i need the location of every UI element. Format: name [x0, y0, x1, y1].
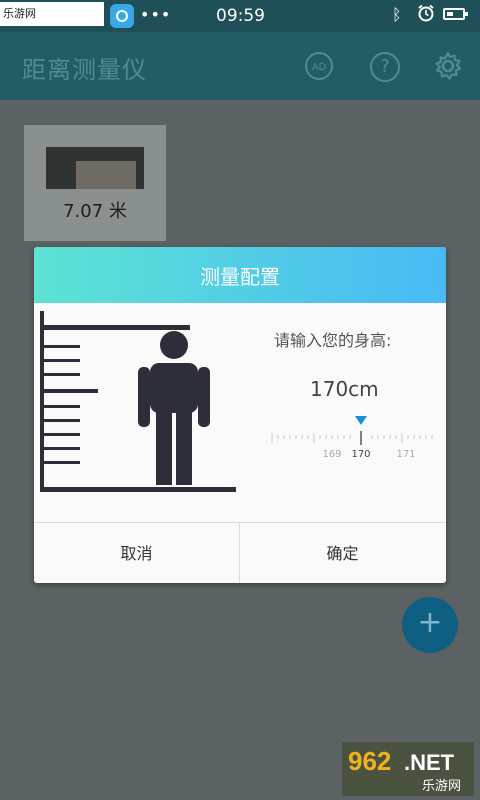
watermark-text: 乐游网 www.962.net — [0, 2, 104, 44]
ad-button[interactable]: AD — [305, 52, 333, 80]
help-button[interactable]: ? — [370, 52, 400, 82]
measurement-value: 7.07 米 — [63, 201, 127, 222]
bluetooth-icon: ᛒ — [392, 5, 402, 24]
status-time: 09:59 — [216, 6, 265, 26]
brand-watermark-logo: 962 .NET 乐游网 — [342, 742, 474, 796]
svg-text:.NET: .NET — [404, 750, 455, 775]
cancel-button[interactable]: 取消 — [34, 523, 240, 583]
ruler-tick-170: 170 — [351, 449, 370, 460]
app-title: 距离测量仪 — [22, 56, 147, 84]
ruler-pointer-icon — [355, 416, 367, 425]
status-bar: 乐游网 www.962.net ••• 09:59 ᛒ — [0, 0, 480, 44]
height-value: 170cm — [310, 377, 379, 401]
app-notification-icon — [110, 4, 134, 28]
more-notifications-icon: ••• — [140, 5, 172, 24]
confirm-button[interactable]: 确定 — [240, 523, 445, 583]
measurement-thumbnail — [46, 147, 144, 189]
height-illustration-icon — [40, 311, 236, 492]
alarm-icon — [418, 4, 434, 22]
height-prompt: 请输入您的身高: — [274, 331, 392, 350]
dialog-title: 测量配置 — [200, 265, 280, 289]
svg-text:962: 962 — [348, 746, 391, 776]
height-ruler-picker[interactable]: 169 170 171 — [252, 413, 446, 463]
svg-text:乐游网: 乐游网 — [422, 779, 461, 794]
measurement-card[interactable]: 7.07 米 — [24, 125, 166, 241]
add-button[interactable]: + — [402, 597, 458, 653]
ruler-tick-169: 169 — [322, 449, 341, 460]
ruler-tick-171: 171 — [396, 449, 415, 460]
measurement-config-dialog: 测量配置 请输入您的身高: 170cm 169 170 171 取消 确定 — [34, 247, 446, 583]
dialog-button-row: 取消 确定 — [34, 522, 446, 583]
settings-gear-icon[interactable] — [432, 50, 464, 82]
battery-icon — [443, 8, 468, 20]
dialog-header: 测量配置 — [34, 247, 446, 303]
app-bar: 距离测量仪 AD ? — [0, 32, 480, 100]
